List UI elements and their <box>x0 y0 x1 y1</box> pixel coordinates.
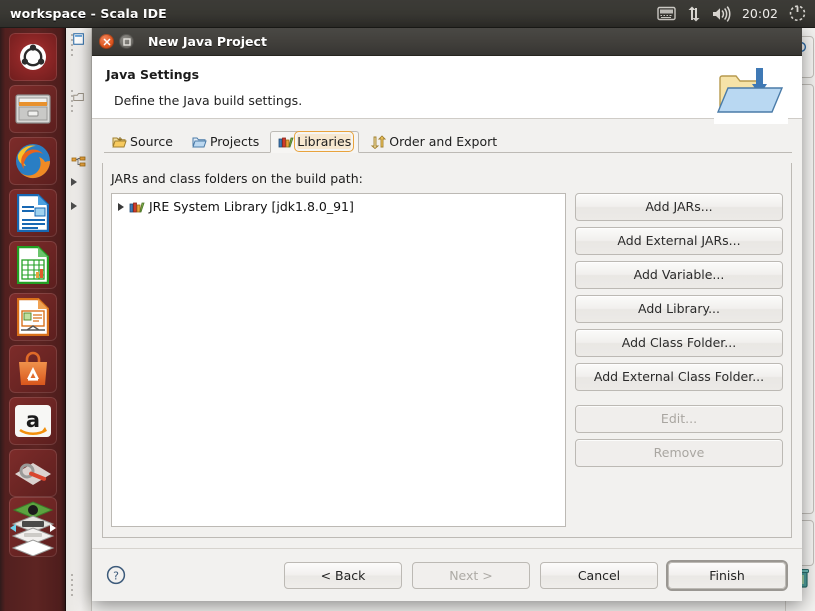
add-external-class-folder-button[interactable]: Add External Class Folder... <box>575 363 783 391</box>
libraries-button-column: Add JARs... Add External JARs... Add Var… <box>575 193 783 527</box>
add-library-button[interactable]: Add Library... <box>575 295 783 323</box>
add-class-folder-button[interactable]: Add Class Folder... <box>575 329 783 357</box>
volume-indicator-icon[interactable] <box>712 5 731 22</box>
add-external-jars-button[interactable]: Add External JARs... <box>575 227 783 255</box>
libreoffice-calc-icon <box>17 246 49 284</box>
dialog-title: New Java Project <box>148 34 267 49</box>
tab-source-label: Source <box>130 134 173 149</box>
tab-source[interactable]: Source <box>104 131 181 153</box>
maximize-button[interactable] <box>119 34 134 49</box>
add-variable-button[interactable]: Add Variable... <box>575 261 783 289</box>
launcher-item-amazon[interactable]: a <box>9 397 57 445</box>
system-tray: 20:02 <box>657 5 815 22</box>
projects-folder-icon <box>192 137 207 147</box>
amazon-icon: a <box>15 405 51 437</box>
order-export-arrows-icon <box>370 134 387 149</box>
expand-arrow-icon[interactable] <box>118 202 124 211</box>
wizard-navigation-buttons: < Back Next > Cancel Finish <box>274 561 786 589</box>
cancel-button[interactable]: Cancel <box>540 561 658 589</box>
keyboard-indicator-icon[interactable] <box>657 6 676 21</box>
tab-projects[interactable]: Projects <box>184 131 267 153</box>
tab-libraries-label: Libraries <box>294 131 355 152</box>
dialog-header-description: Define the Java build settings. <box>114 93 303 108</box>
libraries-pane-label: JARs and class folders on the build path… <box>111 171 363 186</box>
svg-text:?: ? <box>113 570 119 583</box>
source-folder-icon <box>112 136 127 147</box>
session-menu-icon[interactable] <box>789 5 806 22</box>
tab-order-and-export[interactable]: Order and Export <box>362 131 505 153</box>
launcher-item-stack[interactable] <box>9 497 57 557</box>
eclipse-tree-arrow-1[interactable] <box>71 178 77 186</box>
dialog-header-title: Java Settings <box>106 67 200 82</box>
eclipse-hierarchy-icon <box>71 156 86 167</box>
launcher-item-files[interactable] <box>9 85 57 133</box>
next-button: Next > <box>412 561 530 589</box>
system-settings-icon <box>15 463 51 485</box>
dialog-tabbar: Source Projects Libraries Order and Expo… <box>104 129 792 153</box>
tree-row-label: JRE System Library [jdk1.8.0_91] <box>149 199 354 214</box>
dialog-footer: ? < Back Next > Cancel Finish <box>92 548 802 601</box>
open-folder-import-icon <box>714 62 788 124</box>
workspace-stack-icon <box>10 501 56 556</box>
eclipse-drag-dots-3 <box>71 574 74 599</box>
build-path-tree[interactable]: JRE System Library [jdk1.8.0_91] <box>111 193 566 527</box>
eclipse-left-strip <box>66 28 92 611</box>
panel-window-title: workspace - Scala IDE <box>10 6 167 21</box>
library-books-icon <box>129 202 145 212</box>
launcher-item-calc[interactable] <box>9 241 57 289</box>
tree-row[interactable]: JRE System Library [jdk1.8.0_91] <box>112 194 565 214</box>
dialog-body: Source Projects Libraries Order and Expo… <box>92 119 802 548</box>
unity-launcher: a <box>0 28 66 611</box>
finish-button[interactable]: Finish <box>668 561 786 589</box>
eclipse-view-icon <box>73 93 84 101</box>
ubuntu-software-center-icon <box>19 351 47 385</box>
dialog-titlebar[interactable]: New Java Project <box>92 28 802 56</box>
edit-button: Edit... <box>575 405 783 433</box>
libreoffice-writer-icon <box>17 194 49 232</box>
top-panel: workspace - Scala IDE 20:02 <box>0 0 815 28</box>
launcher-item-software-center[interactable] <box>9 345 57 393</box>
launcher-item-dash[interactable] <box>9 33 57 81</box>
libreoffice-impress-icon <box>17 298 49 336</box>
libraries-books-icon <box>278 137 294 147</box>
eclipse-tree-arrow-2[interactable] <box>71 202 77 210</box>
launcher-item-impress[interactable] <box>9 293 57 341</box>
launcher-item-system-settings[interactable] <box>9 449 57 497</box>
ubuntu-logo-icon <box>20 44 46 70</box>
back-button[interactable]: < Back <box>284 561 402 589</box>
tab-order-and-export-label: Order and Export <box>389 134 498 149</box>
tab-libraries[interactable]: Libraries <box>270 131 360 153</box>
screen-root: atu ct, workspace - Scala IDE <box>0 0 815 611</box>
add-jars-button[interactable]: Add JARs... <box>575 193 783 221</box>
files-cabinet-icon <box>15 94 51 124</box>
help-button[interactable]: ? <box>106 565 126 585</box>
network-indicator-icon[interactable] <box>687 6 701 22</box>
panel-clock[interactable]: 20:02 <box>742 6 778 21</box>
eclipse-package-explorer-icon <box>73 33 84 45</box>
launcher-item-writer[interactable] <box>9 189 57 237</box>
dialog-header: Java Settings Define the Java build sett… <box>92 56 802 124</box>
launcher-item-firefox[interactable] <box>9 137 57 185</box>
new-java-project-dialog: New Java Project Java Settings Define th… <box>92 28 802 601</box>
close-button[interactable] <box>99 34 114 49</box>
firefox-icon <box>16 144 51 179</box>
svg-text:a: a <box>26 408 40 432</box>
tab-projects-label: Projects <box>209 134 260 149</box>
libraries-tab-pane: JARs and class folders on the build path… <box>102 163 792 538</box>
remove-button: Remove <box>575 439 783 467</box>
